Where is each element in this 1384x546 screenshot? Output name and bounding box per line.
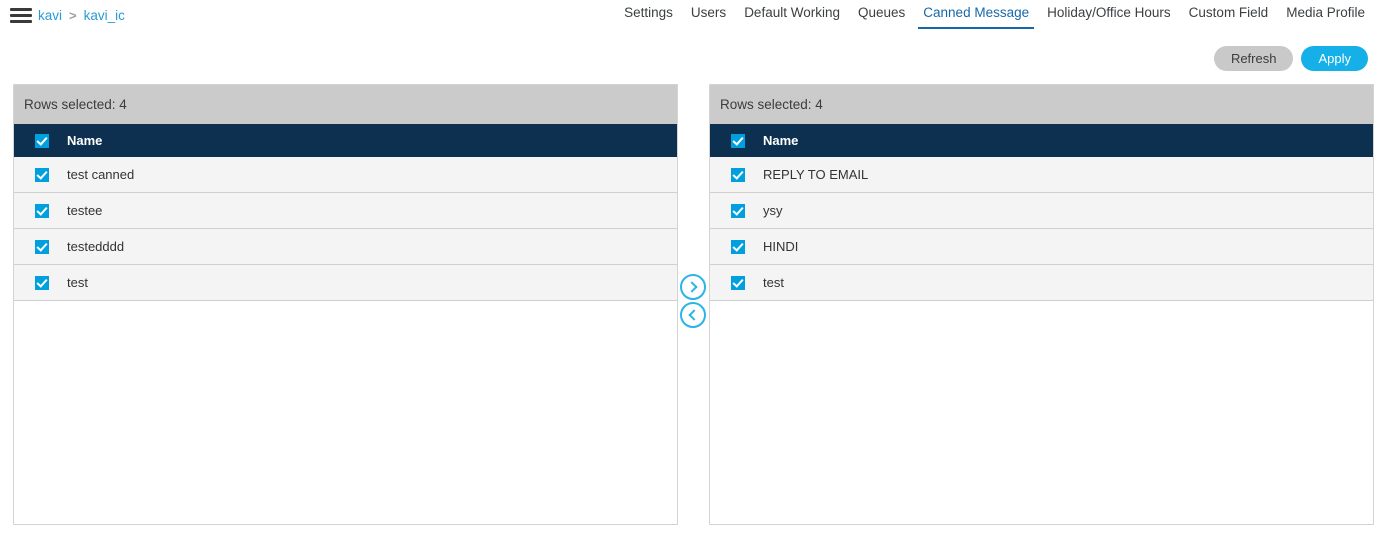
row-name: test [763,275,784,290]
available-items-panel: Rows selected: 4 Name test canned testee… [13,84,678,525]
checkbox-checked-icon[interactable] [730,203,745,218]
table-row[interactable]: test [14,265,677,301]
row-checkbox-cell[interactable] [710,239,763,254]
table-row[interactable]: ysy [710,193,1373,229]
action-buttons: Refresh Apply [1213,46,1368,71]
row-name: testee [67,203,103,218]
tab-default-working[interactable]: Default Working [735,0,849,29]
checkbox-checked-icon[interactable] [730,167,745,182]
right-column-header-name: Name [763,133,799,148]
row-name: ysy [763,203,783,218]
hamburger-bar [10,20,32,23]
tab-queues[interactable]: Queues [849,0,914,29]
left-table-header-row: Name [14,124,677,157]
tab-settings[interactable]: Settings [615,0,682,29]
transfer-controls [678,274,708,328]
checkbox-checked-icon[interactable] [730,133,745,148]
row-checkbox-cell[interactable] [14,239,67,254]
chevron-right-icon: > [69,7,77,23]
hamburger-menu-icon[interactable] [10,8,32,23]
breadcrumb-item-root[interactable]: kavi [38,8,62,23]
right-table-header-row: Name [710,124,1373,157]
checkbox-checked-icon[interactable] [34,275,49,290]
selected-items-panel: Rows selected: 4 Name REPLY TO EMAIL ysy… [709,84,1374,525]
apply-button[interactable]: Apply [1301,46,1368,71]
row-name: test canned [67,167,135,182]
tab-custom-field[interactable]: Custom Field [1180,0,1278,29]
table-row[interactable]: HINDI [710,229,1373,265]
breadcrumb-item-current[interactable]: kavi_ic [84,8,125,23]
row-name: testedddd [67,239,125,254]
checkbox-checked-icon[interactable] [34,239,49,254]
row-checkbox-cell[interactable] [14,203,67,218]
left-select-all-checkbox-cell[interactable] [14,133,67,148]
row-checkbox-cell[interactable] [14,167,67,182]
table-row[interactable]: testedddd [14,229,677,265]
chevron-right-icon [686,281,698,293]
chevron-left-icon [688,309,700,321]
checkbox-checked-icon[interactable] [730,239,745,254]
checkbox-checked-icon[interactable] [34,133,49,148]
row-checkbox-cell[interactable] [710,203,763,218]
hamburger-bar [10,14,32,17]
right-select-all-checkbox-cell[interactable] [710,133,763,148]
row-name: REPLY TO EMAIL [763,167,869,182]
hamburger-bar [10,8,32,11]
breadcrumb: kavi > kavi_ic [38,5,125,25]
nav-tabs: Settings Users Default Working Queues Ca… [615,0,1374,30]
table-row[interactable]: test canned [14,157,677,193]
tab-media-profile[interactable]: Media Profile [1277,0,1374,29]
row-name: HINDI [763,239,799,254]
row-checkbox-cell[interactable] [14,275,67,290]
table-row[interactable]: test [710,265,1373,301]
left-column-header-name: Name [67,133,103,148]
checkbox-checked-icon[interactable] [34,167,49,182]
tab-users[interactable]: Users [682,0,735,29]
tab-canned-message[interactable]: Canned Message [914,0,1038,29]
row-name: test [67,275,88,290]
refresh-button[interactable]: Refresh [1213,46,1294,71]
tab-holiday-office-hours[interactable]: Holiday/Office Hours [1038,0,1180,29]
move-left-button[interactable] [680,302,706,328]
checkbox-checked-icon[interactable] [34,203,49,218]
row-checkbox-cell[interactable] [710,275,763,290]
table-row[interactable]: testee [14,193,677,229]
row-checkbox-cell[interactable] [710,167,763,182]
left-rows-selected-status: Rows selected: 4 [14,85,677,124]
right-rows-selected-status: Rows selected: 4 [710,85,1373,124]
top-bar: kavi > kavi_ic Settings Users Default Wo… [0,0,1384,30]
checkbox-checked-icon[interactable] [730,275,745,290]
move-right-button[interactable] [680,274,706,300]
table-row[interactable]: REPLY TO EMAIL [710,157,1373,193]
